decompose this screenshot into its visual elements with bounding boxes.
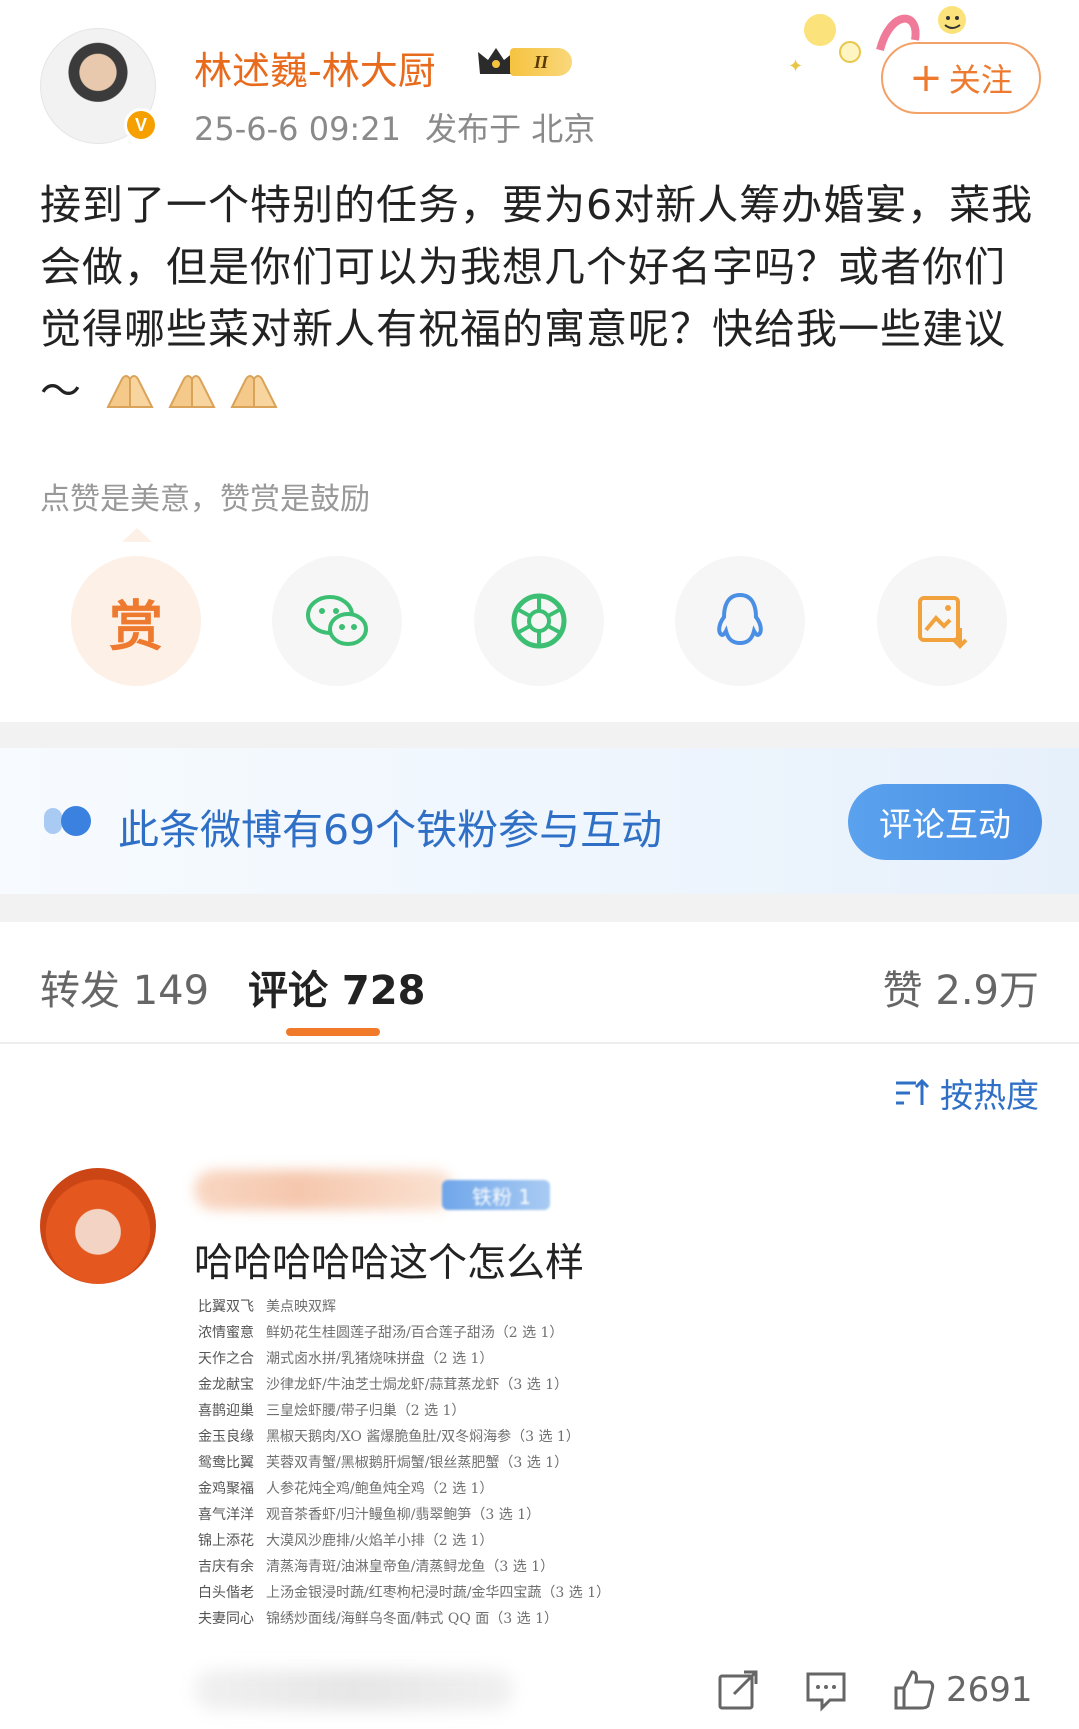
menu-row: 夫妻同心 锦绣炒面线/海鲜乌冬面/韩式 QQ 面（3 选 1）	[198, 1606, 658, 1632]
comment-interaction-button[interactable]: 评论互动	[848, 784, 1042, 860]
hands-emoji	[106, 375, 154, 408]
post-time: 25-6-6 09:21	[194, 110, 401, 148]
menu-dish-options: 潮式卤水拼/乳猪烧味拼盘（2 选 1）	[266, 1351, 494, 1367]
menu-dish-options: 人参花炖全鸡/鲍鱼炖全鸡（2 选 1）	[266, 1481, 494, 1497]
menu-dish-options: 大漠风沙鹿排/火焰羊小排（2 选 1）	[266, 1533, 494, 1549]
fan-banner-text: 此条微博有69个铁粉参与互动	[118, 806, 663, 854]
menu-dish-name: 夫妻同心	[198, 1611, 254, 1627]
post-body: 接到了一个特别的任务，要为6对新人筹办婚宴，菜我会做，但是你们可以为我想几个好名…	[40, 174, 1040, 422]
menu-row: 比翼双飞 美点映双辉	[198, 1294, 658, 1320]
menu-dish-options: 观音茶香虾/归汁鳗鱼柳/翡翠鲍笋（3 选 1）	[266, 1507, 541, 1523]
active-tab-indicator	[286, 1028, 380, 1036]
share-wechat-button[interactable]	[272, 556, 402, 686]
share-icon[interactable]	[716, 1668, 760, 1712]
menu-dish-name: 白头偕老	[198, 1585, 254, 1601]
menu-dish-name: 金鸡聚福	[198, 1481, 254, 1497]
like-count: 2691	[946, 1670, 1033, 1710]
menu-dish-options: 上汤金银浸时蔬/红枣枸杞浸时蔬/金华四宝蔬（3 选 1）	[266, 1585, 611, 1601]
sort-label: 按热度	[940, 1076, 1039, 1115]
sort-icon	[896, 1078, 930, 1105]
fan-badge: 铁粉 1	[442, 1180, 550, 1210]
menu-dish-options: 三皇烩虾腰/带子归巢（2 选 1）	[266, 1403, 466, 1419]
follow-button[interactable]: + 关注	[881, 42, 1041, 114]
menu-row: 金鸡聚福 人参花炖全鸡/鲍鱼炖全鸡（2 选 1）	[198, 1476, 658, 1502]
reward-label: 赏	[109, 594, 163, 658]
fan-icon	[44, 806, 91, 836]
menu-row: 金龙献宝 沙律龙虾/牛油芝士焗龙虾/蒜茸蒸龙虾（3 选 1）	[198, 1372, 658, 1398]
menu-row: 喜气洋洋 观音茶香虾/归汁鳗鱼柳/翡翠鲍笋（3 选 1）	[198, 1502, 658, 1528]
menu-dish-name: 金玉良缘	[198, 1429, 254, 1445]
svg-text:✦: ✦	[788, 56, 803, 77]
menu-dish-options: 锦绣炒面线/海鲜乌冬面/韩式 QQ 面（3 选 1）	[266, 1611, 559, 1627]
hands-emoji	[168, 375, 216, 408]
sort-button[interactable]: 按热度	[894, 1068, 1039, 1118]
reward-hint: 点赞是美意，赞赏是鼓励	[40, 482, 370, 517]
menu-dish-name: 鸳鸯比翼	[198, 1455, 254, 1471]
wechat-icon	[306, 595, 368, 646]
section-divider	[0, 894, 1079, 922]
post-tabs: 转发 149 评论 728 赞 2.9万	[0, 922, 1079, 1044]
menu-dish-options: 沙律龙虾/牛油芝士焗龙虾/蒜茸蒸龙虾（3 选 1）	[266, 1377, 569, 1393]
section-divider	[0, 722, 1079, 748]
moments-icon	[511, 593, 567, 649]
reward-button[interactable]: 赏	[71, 556, 201, 686]
verified-icon: V	[124, 108, 158, 142]
share-row: 赏	[0, 556, 1079, 686]
post-location: 发布于 北京	[425, 110, 596, 148]
menu-dish-name: 喜鹊迎巢	[198, 1403, 254, 1419]
menu-dish-options: 美点映双辉	[266, 1299, 336, 1315]
share-moments-button[interactable]	[474, 556, 604, 686]
menu-row: 喜鹊迎巢 三皇烩虾腰/带子归巢（2 选 1）	[198, 1398, 658, 1424]
commenter-name-blurred[interactable]	[194, 1170, 454, 1210]
tab-comment[interactable]: 评论 728	[248, 958, 425, 1016]
menu-dish-options: 鲜奶花生桂圆莲子甜汤/百合莲子甜汤（2 选 1）	[266, 1325, 564, 1341]
menu-dish-name: 浓情蜜意	[198, 1325, 254, 1341]
fan-interaction-banner: 此条微博有69个铁粉参与互动 评论互动	[0, 748, 1079, 894]
share-qq-button[interactable]	[675, 556, 805, 686]
like-icon[interactable]	[892, 1668, 936, 1712]
member-level-badge[interactable]: II	[476, 44, 576, 80]
menu-row: 金玉良缘 黑椒天鹅肉/XO 酱爆脆鱼肚/双冬焖海参（3 选 1）	[198, 1424, 658, 1450]
follow-label: 关注	[948, 61, 1013, 99]
commenter-avatar[interactable]	[40, 1168, 156, 1284]
menu-dish-name: 锦上添花	[198, 1533, 254, 1549]
menu-dish-options: 黑椒天鹅肉/XO 酱爆脆鱼肚/双冬焖海参（3 选 1）	[266, 1429, 580, 1445]
menu-dish-options: 芙蓉双青蟹/黑椒鹅肝焗蟹/银丝蒸肥蟹（3 选 1）	[266, 1455, 569, 1471]
tab-repost[interactable]: 转发 149	[40, 958, 209, 1016]
pointer-icon	[122, 528, 152, 542]
menu-dish-options: 清蒸海青斑/油淋皇帝鱼/清蒸鲟龙鱼（3 选 1）	[266, 1559, 555, 1575]
save-image-icon	[918, 596, 968, 649]
menu-row: 白头偕老 上汤金银浸时蔬/红枣枸杞浸时蔬/金华四宝蔬（3 选 1）	[198, 1580, 658, 1606]
comment-icon[interactable]	[804, 1668, 848, 1712]
save-image-button[interactable]	[877, 556, 1007, 686]
hands-emoji	[230, 375, 278, 408]
level-tag: II	[510, 48, 572, 76]
tab-like[interactable]: 赞 2.9万	[883, 958, 1039, 1016]
menu-row: 天作之合 潮式卤水拼/乳猪烧味拼盘（2 选 1）	[198, 1346, 658, 1372]
plus-icon: +	[909, 55, 943, 101]
menu-dish-name: 喜气洋洋	[198, 1507, 254, 1523]
comment-text: 哈哈哈哈哈这个怎么样	[194, 1241, 585, 1286]
comment-actions: 2691	[716, 1666, 1033, 1714]
menu-dish-name: 吉庆有余	[198, 1559, 254, 1575]
menu-dish-name: 比翼双飞	[198, 1299, 254, 1315]
qq-icon	[717, 592, 763, 646]
menu-row: 浓情蜜意 鲜奶花生桂圆莲子甜汤/百合莲子甜汤（2 选 1）	[198, 1320, 658, 1346]
author-name[interactable]: 林述巍-林大厨	[194, 40, 436, 95]
menu-row: 锦上添花 大漠风沙鹿排/火焰羊小排（2 选 1）	[198, 1528, 658, 1554]
emoji-group	[90, 367, 290, 415]
author-avatar[interactable]: V	[40, 28, 158, 144]
comment-reply-blurred	[194, 1670, 514, 1710]
post-meta: 25-6-6 09:21 发布于 北京	[194, 104, 595, 150]
menu-row: 鸳鸯比翼 芙蓉双青蟹/黑椒鹅肝焗蟹/银丝蒸肥蟹（3 选 1）	[198, 1450, 658, 1476]
comment-image-menu[interactable]: 比翼双飞 美点映双辉 浓情蜜意 鲜奶花生桂圆莲子甜汤/百合莲子甜汤（2 选 1） 天作之…	[198, 1294, 658, 1632]
menu-dish-name: 天作之合	[198, 1351, 254, 1367]
menu-row: 吉庆有余 清蒸海青斑/油淋皇帝鱼/清蒸鲟龙鱼（3 选 1）	[198, 1554, 658, 1580]
menu-dish-name: 金龙献宝	[198, 1377, 254, 1393]
post-header: V 林述巍-林大厨 II 25-6-6 09:21 发布于 北京 ✦ ✦ + 关…	[0, 0, 1079, 160]
